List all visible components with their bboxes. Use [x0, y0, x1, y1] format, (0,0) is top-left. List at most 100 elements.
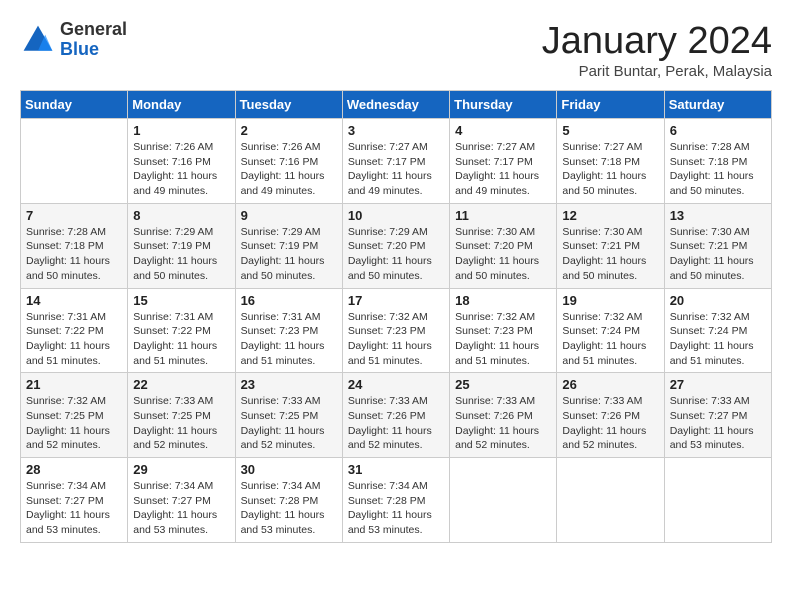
day-number: 25	[455, 377, 551, 392]
day-number: 17	[348, 293, 444, 308]
day-number: 1	[133, 123, 229, 138]
day-info: Sunrise: 7:32 AMSunset: 7:24 PMDaylight:…	[670, 310, 766, 369]
day-number: 11	[455, 208, 551, 223]
day-info: Sunrise: 7:30 AMSunset: 7:21 PMDaylight:…	[562, 225, 658, 284]
day-number: 19	[562, 293, 658, 308]
calendar-cell: 5 Sunrise: 7:27 AMSunset: 7:18 PMDaylight…	[557, 119, 664, 204]
day-number: 15	[133, 293, 229, 308]
weekday-header-saturday: Saturday	[664, 91, 771, 119]
day-number: 14	[26, 293, 122, 308]
day-info: Sunrise: 7:32 AMSunset: 7:23 PMDaylight:…	[455, 310, 551, 369]
calendar-cell: 4 Sunrise: 7:27 AMSunset: 7:17 PMDaylight…	[450, 119, 557, 204]
day-info: Sunrise: 7:32 AMSunset: 7:25 PMDaylight:…	[26, 394, 122, 453]
day-info: Sunrise: 7:32 AMSunset: 7:23 PMDaylight:…	[348, 310, 444, 369]
calendar-cell: 6 Sunrise: 7:28 AMSunset: 7:18 PMDaylight…	[664, 119, 771, 204]
day-info: Sunrise: 7:33 AMSunset: 7:25 PMDaylight:…	[133, 394, 229, 453]
day-info: Sunrise: 7:29 AMSunset: 7:20 PMDaylight:…	[348, 225, 444, 284]
logo-blue: Blue	[60, 39, 99, 59]
day-number: 31	[348, 462, 444, 477]
day-info: Sunrise: 7:33 AMSunset: 7:26 PMDaylight:…	[348, 394, 444, 453]
logo: General Blue	[20, 20, 127, 60]
calendar-cell: 26Sunrise: 7:33 AMSunset: 7:26 PMDayligh…	[557, 373, 664, 458]
calendar-week-row: 14Sunrise: 7:31 AMSunset: 7:22 PMDayligh…	[21, 288, 772, 373]
weekday-header-monday: Monday	[128, 91, 235, 119]
day-info: Sunrise: 7:29 AMSunset: 7:19 PMDaylight:…	[133, 225, 229, 284]
calendar-cell: 31 Sunrise: 7:34 AMSunset: 7:28 PMDayligh…	[342, 458, 449, 543]
location: Parit Buntar, Perak, Malaysia	[542, 63, 772, 80]
day-number: 3	[348, 123, 444, 138]
day-number: 13	[670, 208, 766, 223]
day-number: 18	[455, 293, 551, 308]
day-info: Sunrise: 7:27 AMSunset: 7:18 PMDaylight:…	[562, 140, 658, 199]
calendar-table: SundayMondayTuesdayWednesdayThursdayFrid…	[20, 90, 772, 543]
weekday-header-sunday: Sunday	[21, 91, 128, 119]
calendar-cell: 28 Sunrise: 7:34 AMSunset: 7:27 PMDayligh…	[21, 458, 128, 543]
day-info: Sunrise: 7:32 AMSunset: 7:24 PMDaylight:…	[562, 310, 658, 369]
day-number: 16	[241, 293, 337, 308]
day-number: 23	[241, 377, 337, 392]
day-number: 8	[133, 208, 229, 223]
day-info: Sunrise: 7:33 AMSunset: 7:25 PMDaylight:…	[241, 394, 337, 453]
calendar-cell: 3 Sunrise: 7:27 AMSunset: 7:17 PMDaylight…	[342, 119, 449, 204]
day-info: Sunrise: 7:30 AMSunset: 7:21 PMDaylight:…	[670, 225, 766, 284]
day-number: 2	[241, 123, 337, 138]
calendar-week-row: 28 Sunrise: 7:34 AMSunset: 7:27 PMDayligh…	[21, 458, 772, 543]
day-number: 29	[133, 462, 229, 477]
calendar-cell: 16 Sunrise: 7:31 AMSunset: 7:23 PMDayligh…	[235, 288, 342, 373]
weekday-header-friday: Friday	[557, 91, 664, 119]
calendar-cell: 30Sunrise: 7:34 AMSunset: 7:28 PMDayligh…	[235, 458, 342, 543]
calendar-cell: 1Sunrise: 7:26 AMSunset: 7:16 PMDaylight…	[128, 119, 235, 204]
day-number: 28	[26, 462, 122, 477]
title-block: January 2024 Parit Buntar, Perak, Malays…	[542, 20, 772, 80]
day-info: Sunrise: 7:29 AMSunset: 7:19 PMDaylight:…	[241, 225, 337, 284]
calendar-cell: 29 Sunrise: 7:34 AMSunset: 7:27 PMDayligh…	[128, 458, 235, 543]
day-info: Sunrise: 7:34 AMSunset: 7:27 PMDaylight:…	[26, 479, 122, 538]
calendar-cell: 2 Sunrise: 7:26 AMSunset: 7:16 PMDaylight…	[235, 119, 342, 204]
day-info: Sunrise: 7:33 AMSunset: 7:26 PMDaylight:…	[455, 394, 551, 453]
day-number: 20	[670, 293, 766, 308]
day-number: 10	[348, 208, 444, 223]
calendar-cell: 24Sunrise: 7:33 AMSunset: 7:26 PMDayligh…	[342, 373, 449, 458]
day-info: Sunrise: 7:28 AMSunset: 7:18 PMDaylight:…	[26, 225, 122, 284]
calendar-cell: 23 Sunrise: 7:33 AMSunset: 7:25 PMDayligh…	[235, 373, 342, 458]
calendar-cell: 9 Sunrise: 7:29 AMSunset: 7:19 PMDaylight…	[235, 203, 342, 288]
day-number: 5	[562, 123, 658, 138]
day-info: Sunrise: 7:34 AMSunset: 7:27 PMDaylight:…	[133, 479, 229, 538]
day-info: Sunrise: 7:34 AMSunset: 7:28 PMDaylight:…	[348, 479, 444, 538]
day-number: 22	[133, 377, 229, 392]
day-info: Sunrise: 7:31 AMSunset: 7:23 PMDaylight:…	[241, 310, 337, 369]
day-info: Sunrise: 7:30 AMSunset: 7:20 PMDaylight:…	[455, 225, 551, 284]
day-number: 9	[241, 208, 337, 223]
calendar-cell: 15Sunrise: 7:31 AMSunset: 7:22 PMDayligh…	[128, 288, 235, 373]
day-number: 7	[26, 208, 122, 223]
calendar-cell: 19 Sunrise: 7:32 AMSunset: 7:24 PMDayligh…	[557, 288, 664, 373]
day-info: Sunrise: 7:28 AMSunset: 7:18 PMDaylight:…	[670, 140, 766, 199]
weekday-header-row: SundayMondayTuesdayWednesdayThursdayFrid…	[21, 91, 772, 119]
logo-icon	[20, 22, 56, 58]
weekday-header-tuesday: Tuesday	[235, 91, 342, 119]
calendar-cell: 18 Sunrise: 7:32 AMSunset: 7:23 PMDayligh…	[450, 288, 557, 373]
weekday-header-thursday: Thursday	[450, 91, 557, 119]
day-info: Sunrise: 7:33 AMSunset: 7:27 PMDaylight:…	[670, 394, 766, 453]
logo-text: General Blue	[60, 20, 127, 60]
calendar-cell	[664, 458, 771, 543]
day-number: 21	[26, 377, 122, 392]
logo-general: General	[60, 19, 127, 39]
page-header: General Blue January 2024 Parit Buntar, …	[20, 20, 772, 80]
calendar-week-row: 1 Sunrise: 7:26 AMSunset: 7:16 PMDaylight…	[21, 119, 772, 204]
day-info: Sunrise: 7:27 AMSunset: 7:17 PMDaylight:…	[455, 140, 551, 199]
month-title: January 2024	[542, 20, 772, 63]
day-info: Sunrise: 7:27 AMSunset: 7:17 PMDaylight:…	[348, 140, 444, 199]
day-info: Sunrise: 7:26 AMSunset: 7:16 PMDaylight:…	[241, 140, 337, 199]
calendar-cell: 22 Sunrise: 7:33 AMSunset: 7:25 PMDayligh…	[128, 373, 235, 458]
calendar-cell: 10 Sunrise: 7:29 AMSunset: 7:20 PMDayligh…	[342, 203, 449, 288]
calendar-cell: 7 Sunrise: 7:28 AMSunset: 7:18 PMDaylight…	[21, 203, 128, 288]
calendar-cell	[557, 458, 664, 543]
day-info: Sunrise: 7:33 AMSunset: 7:26 PMDaylight:…	[562, 394, 658, 453]
day-number: 4	[455, 123, 551, 138]
calendar-cell	[450, 458, 557, 543]
day-number: 6	[670, 123, 766, 138]
calendar-cell: 25 Sunrise: 7:33 AMSunset: 7:26 PMDayligh…	[450, 373, 557, 458]
day-info: Sunrise: 7:34 AMSunset: 7:28 PMDaylight:…	[241, 479, 337, 538]
calendar-cell: 11 Sunrise: 7:30 AMSunset: 7:20 PMDayligh…	[450, 203, 557, 288]
